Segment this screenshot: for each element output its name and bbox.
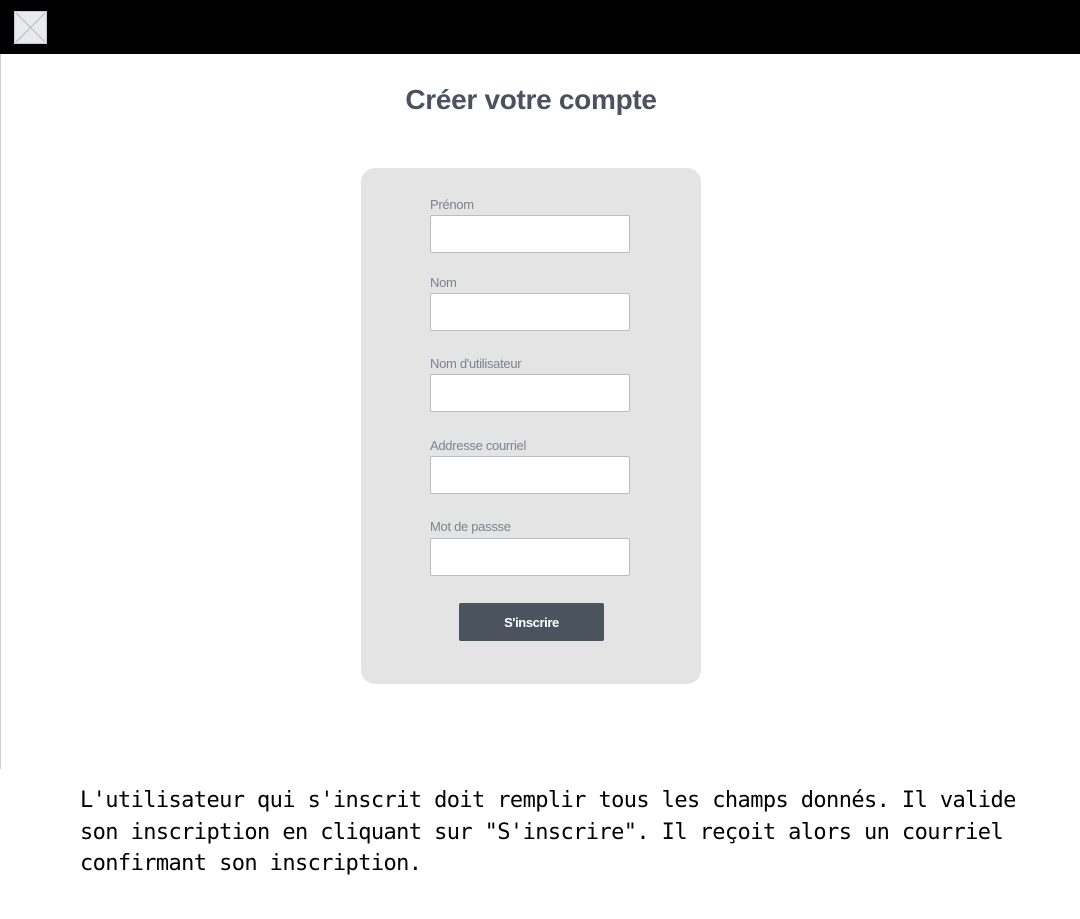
email-label: Addresse courriel	[430, 438, 527, 453]
last-name-input[interactable]	[430, 293, 630, 331]
first-name-label: Prénom	[430, 197, 474, 212]
password-label: Mot de passse	[430, 519, 511, 534]
image-placeholder-icon	[14, 11, 47, 44]
signup-button[interactable]: S'inscrire	[459, 603, 604, 641]
page-title: Créer votre compte	[405, 84, 657, 115]
username-input[interactable]	[430, 374, 630, 412]
top-bar	[0, 0, 1080, 54]
caption-text: L'utilisateur qui s'inscrit doit remplir…	[80, 788, 1016, 876]
email-input[interactable]	[430, 456, 630, 494]
first-name-input[interactable]	[430, 215, 630, 253]
password-input[interactable]	[430, 538, 630, 576]
last-name-label: Nom	[430, 275, 457, 290]
signup-form: Prénom Nom Nom d'utilisateur Addresse co…	[361, 168, 701, 684]
username-label: Nom d'utilisateur	[430, 356, 522, 371]
